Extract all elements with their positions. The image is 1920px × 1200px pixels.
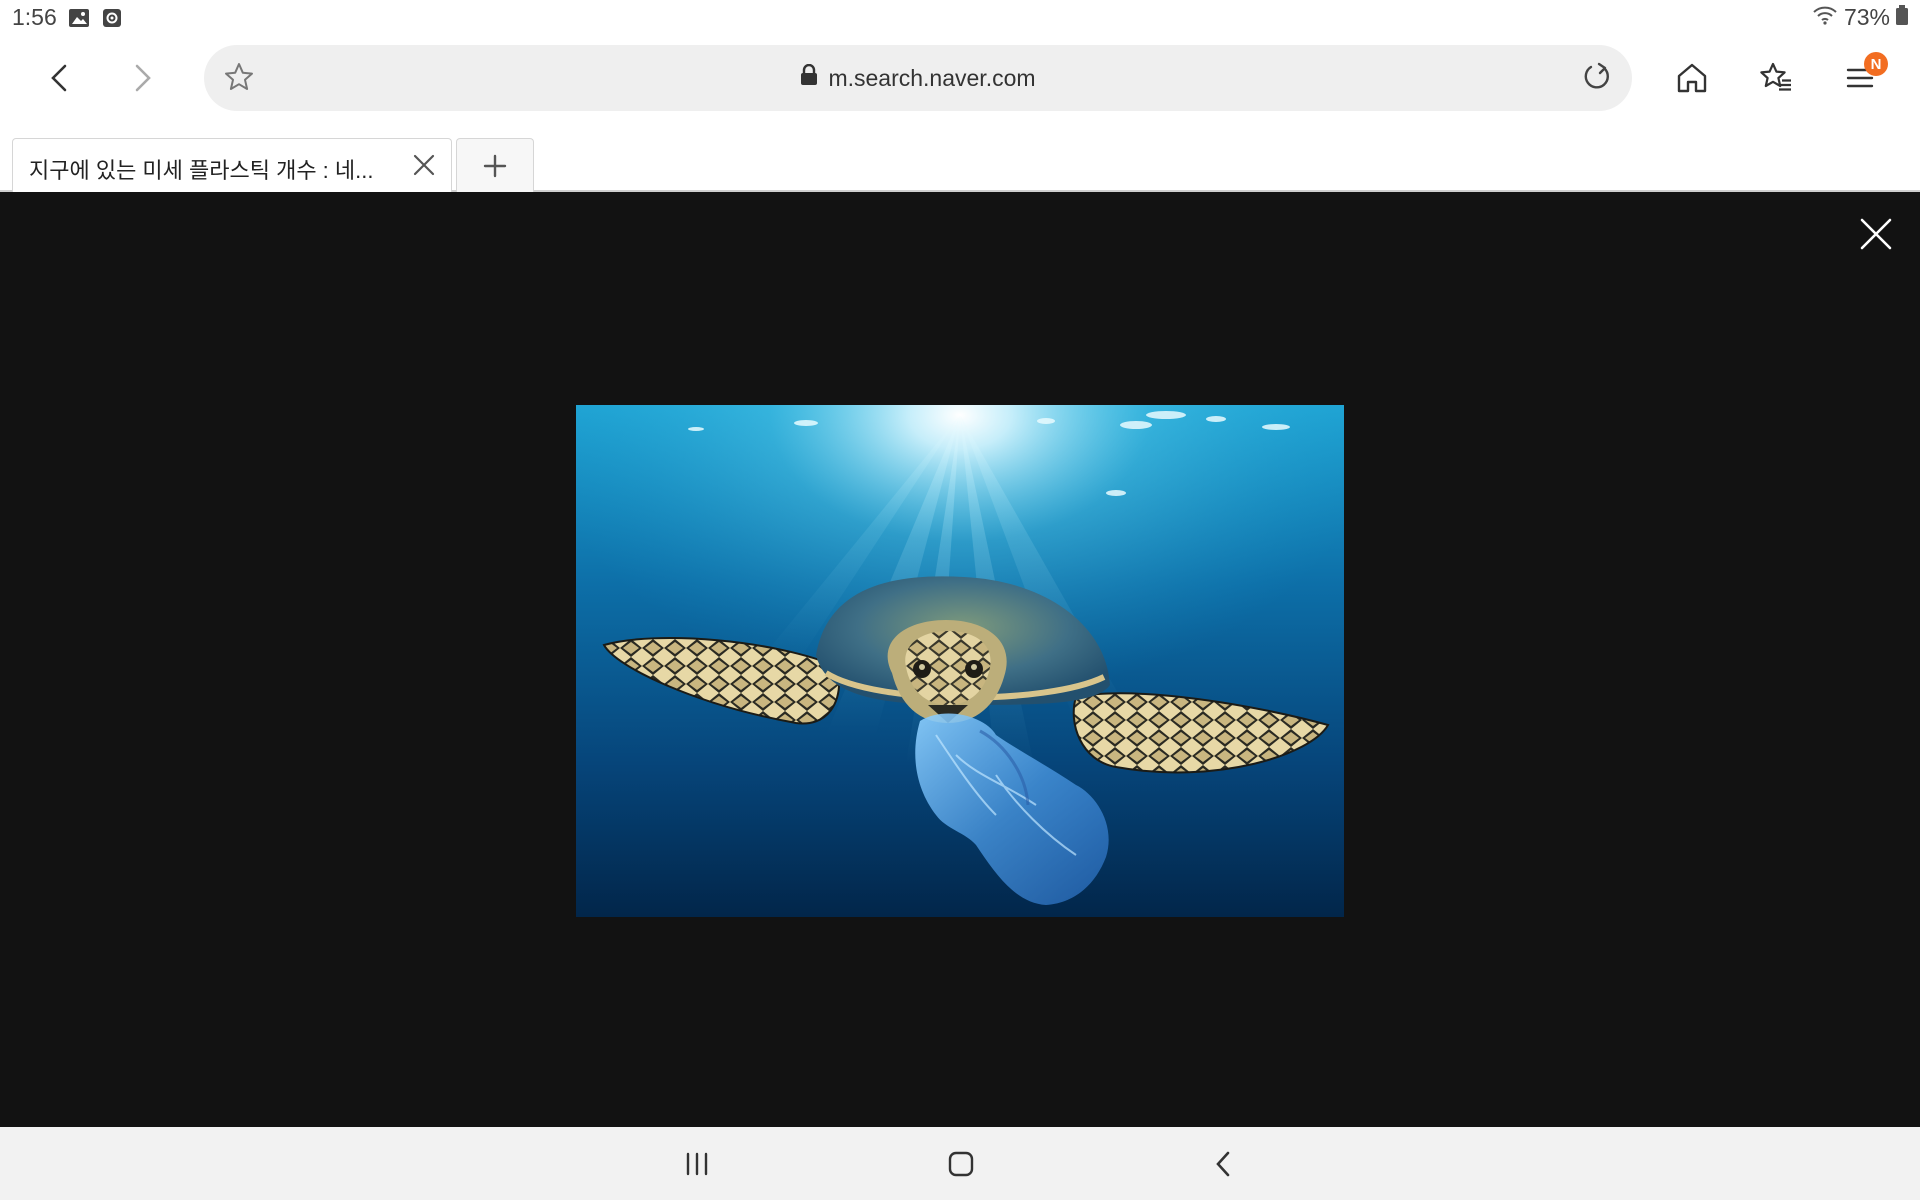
status-right-group: 73% [1812, 4, 1908, 31]
status-bar: 1:56 73% [0, 0, 1920, 38]
bookmarks-button[interactable] [1746, 48, 1806, 108]
forward-button[interactable] [112, 48, 172, 108]
battery-percentage: 73% [1843, 4, 1890, 30]
forward-icon [135, 64, 151, 92]
menu-button[interactable]: N [1830, 48, 1890, 108]
reload-icon[interactable] [1580, 60, 1614, 99]
address-bar[interactable]: m.search.naver.com [204, 45, 1632, 111]
battery-icon [1896, 4, 1908, 31]
tab-title: 지구에 있는 미세 플라스틱 개수 : 네... [29, 158, 374, 183]
tab-strip: 지구에 있는 미세 플라스틱 개수 : 네... [0, 118, 1920, 192]
status-time: 1:56 [12, 4, 57, 30]
back-nav-icon [1216, 1151, 1230, 1177]
home-icon [1677, 63, 1707, 93]
system-navigation-bar [0, 1127, 1920, 1200]
tab-active[interactable]: 지구에 있는 미세 플라스틱 개수 : 네... [12, 138, 452, 192]
home-nav-button[interactable] [931, 1139, 991, 1189]
home-button[interactable] [1662, 48, 1722, 108]
url-text: m.search.naver.com [828, 64, 1036, 91]
notification-badge: N [1864, 52, 1888, 76]
home-nav-icon [948, 1151, 974, 1177]
lock-icon [800, 63, 818, 92]
browser-toolbar: m.search.naver.com N [0, 38, 1920, 118]
new-tab-button[interactable] [456, 138, 534, 192]
viewer-image[interactable] [576, 405, 1344, 917]
recent-apps-icon [686, 1152, 708, 1176]
close-viewer-button[interactable] [1854, 212, 1898, 256]
plus-icon [483, 154, 507, 177]
url-display[interactable]: m.search.naver.com [204, 45, 1632, 111]
close-tab-icon[interactable] [411, 152, 437, 183]
close-icon [1860, 218, 1892, 250]
image-viewer-overlay [0, 192, 1920, 1127]
screen-record-icon [102, 8, 122, 33]
sea-turtle-photo [576, 405, 1344, 917]
gallery-icon [68, 8, 90, 33]
back-button[interactable] [30, 48, 90, 108]
back-icon [51, 64, 67, 92]
recent-apps-button[interactable] [667, 1139, 727, 1189]
bookmarks-icon [1760, 62, 1791, 91]
wifi-icon [1812, 4, 1838, 31]
back-nav-button[interactable] [1194, 1139, 1254, 1189]
